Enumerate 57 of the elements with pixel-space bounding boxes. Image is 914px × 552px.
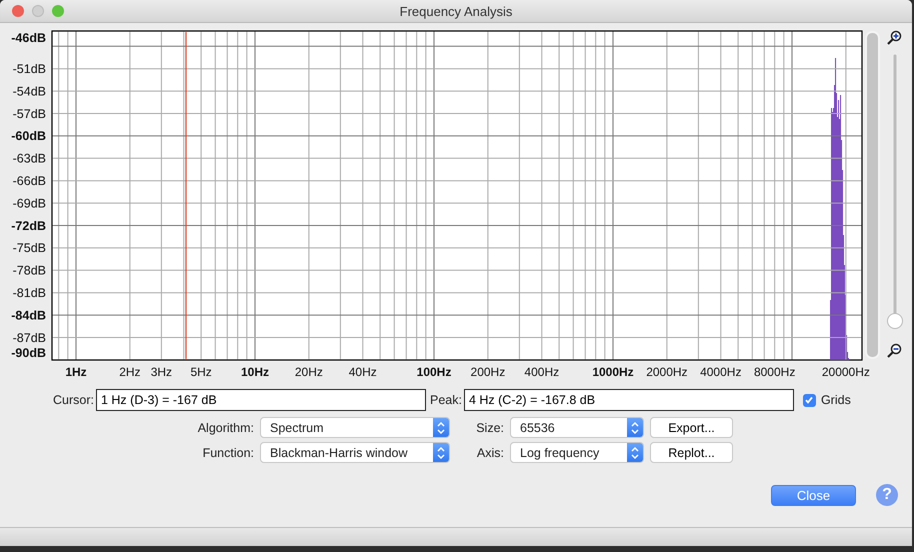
- y-axis-label: -78dB: [12, 264, 46, 278]
- stepper-icon[interactable]: [433, 443, 449, 462]
- y-axis-label: -90dB: [11, 346, 46, 360]
- y-axis-label: -46dB: [11, 31, 46, 45]
- zoom-in-icon[interactable]: [887, 30, 902, 45]
- setting-label: Size:: [475, 420, 504, 434]
- setting-label: Algorithm:: [196, 420, 254, 434]
- y-axis-label: -84dB: [11, 308, 46, 322]
- zoom-slider[interactable]: [887, 54, 903, 329]
- y-axis-label: -81dB: [12, 286, 46, 300]
- window-title: Frequency Analysis: [400, 4, 512, 18]
- cursor-field[interactable]: 1 Hz (D-3) = -167 dB: [96, 389, 426, 411]
- x-axis-label: 1Hz: [65, 365, 87, 379]
- grids-checkbox[interactable]: [802, 394, 816, 406]
- x-axis-label: 2000Hz: [646, 365, 688, 379]
- x-axis-label: 8000Hz: [754, 365, 796, 379]
- grids-label: Grids: [820, 393, 851, 407]
- y-axis-label: -69dB: [12, 196, 46, 210]
- y-axis-label: -54dB: [12, 84, 46, 98]
- setting-label: Axis:: [476, 446, 504, 460]
- x-axis-label: 40Hz: [348, 365, 377, 379]
- y-axis-label: -75dB: [12, 241, 46, 256]
- y-axis-label: -63dB: [12, 152, 46, 166]
- y-axis-label: -60dB: [11, 129, 46, 144]
- y-axis-label: -66dB: [12, 174, 46, 188]
- x-axis-label: 1000Hz: [592, 365, 634, 379]
- dropdown[interactable]: Log frequency: [510, 442, 644, 463]
- x-axis-label: 2Hz: [119, 365, 141, 379]
- setting-label: Function:: [202, 446, 254, 460]
- dropdown[interactable]: 65536: [510, 417, 644, 438]
- x-axis-label: 20Hz: [294, 365, 323, 379]
- close-window-button[interactable]: [12, 5, 24, 17]
- y-axis-label: -57dB: [12, 106, 46, 121]
- action-button[interactable]: Export...: [650, 417, 733, 438]
- x-axis-label: 100Hz: [416, 365, 452, 379]
- x-axis-label: 3Hz: [150, 365, 172, 379]
- dropdown[interactable]: Blackman-Harris window: [260, 442, 450, 463]
- y-axis-label: -51dB: [12, 62, 46, 76]
- stepper-icon[interactable]: [627, 443, 643, 462]
- x-axis-label: 200Hz: [470, 365, 506, 379]
- y-axis-label: -72dB: [11, 218, 46, 233]
- dropdown[interactable]: Spectrum: [260, 417, 450, 438]
- zoom-slider-thumb[interactable]: [887, 313, 903, 329]
- stepper-icon[interactable]: [433, 418, 449, 437]
- x-axis-label: 400Hz: [524, 365, 560, 379]
- y-axis-label: -87dB: [12, 330, 46, 345]
- x-axis-label: 4000Hz: [700, 365, 742, 379]
- x-axis-label: 5Hz: [190, 365, 212, 379]
- zoom-out-icon[interactable]: [887, 344, 902, 358]
- action-button[interactable]: Replot...: [650, 442, 733, 463]
- x-axis-label: 10Hz: [241, 365, 269, 379]
- cursor-label: Cursor:: [53, 393, 94, 407]
- scrollbar[interactable]: [865, 31, 880, 359]
- peak-label: Peak:: [430, 393, 462, 407]
- peak-field[interactable]: 4 Hz (C-2) = -167.8 dB: [464, 389, 794, 411]
- x-axis-label: 20000Hz: [822, 365, 870, 379]
- stepper-icon[interactable]: [627, 418, 643, 437]
